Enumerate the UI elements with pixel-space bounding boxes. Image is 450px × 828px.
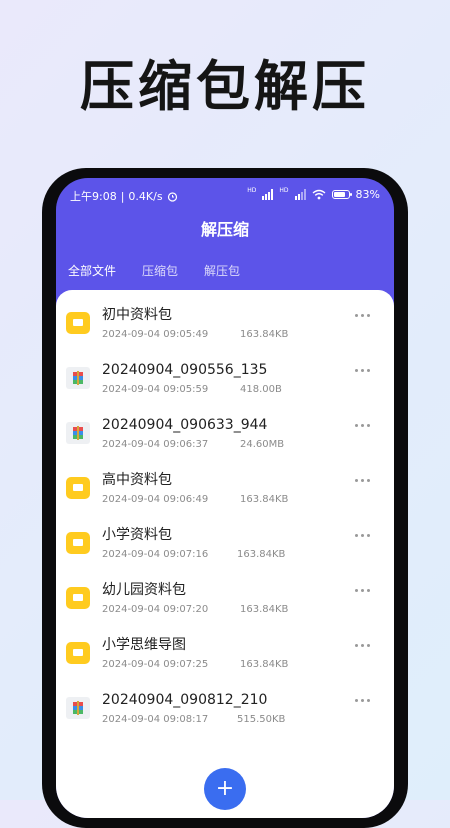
file-name: 20240904_090633_944: [102, 417, 268, 433]
folder-icon: [66, 477, 90, 499]
file-date: 2024-09-04 09:05:49: [102, 329, 209, 340]
folder-icon: [66, 587, 90, 609]
file-row[interactable]: 20240904_090556_135 2024-09-04 09:05:59 41…: [56, 345, 394, 400]
folder-icon: [66, 532, 90, 554]
file-row[interactable]: 初中资料包 2024-09-04 09:05:49 163.84KB: [56, 290, 394, 345]
tab-all-files[interactable]: 全部文件: [68, 262, 116, 280]
archive-icon: [66, 697, 90, 719]
file-name: 20240904_090556_135: [102, 362, 268, 378]
file-row[interactable]: 20240904_090812_210 2024-09-04 09:08:17 51…: [56, 675, 394, 730]
file-row[interactable]: 高中资料包 2024-09-04 09:06:49 163.84KB: [56, 455, 394, 510]
status-bar: 上午9:08 | 0.4K/s HD HD 83%: [56, 178, 394, 214]
file-size: 163.84KB: [240, 494, 289, 505]
battery-percent: 83%: [355, 188, 380, 201]
file-date: 2024-09-04 09:08:17: [102, 714, 209, 725]
archive-icon: [66, 422, 90, 444]
status-speed: 0.4K/s: [128, 189, 163, 203]
file-row[interactable]: 小学资料包 2024-09-04 09:07:16 163.84KB: [56, 510, 394, 565]
tab-bar: 全部文件 压缩包 解压包: [68, 262, 240, 280]
hd-badge-icon-2: HD: [279, 187, 289, 194]
add-button[interactable]: +: [204, 768, 246, 810]
app-screen: 上午9:08 | 0.4K/s HD HD 83% 解压缩 全部文件 压缩包 解…: [56, 178, 394, 818]
more-options-icon[interactable]: [355, 644, 370, 647]
file-date: 2024-09-04 09:07:20: [102, 604, 209, 615]
folder-icon: [66, 312, 90, 334]
file-row[interactable]: 幼儿园资料包 2024-09-04 09:07:20 163.84KB: [56, 565, 394, 620]
file-size: 163.84KB: [237, 549, 286, 560]
more-options-icon[interactable]: [355, 424, 370, 427]
archive-icon: [66, 367, 90, 389]
more-options-icon[interactable]: [355, 699, 370, 702]
file-date: 2024-09-04 09:05:59: [102, 384, 209, 395]
status-time: 上午9:08: [70, 190, 117, 203]
more-options-icon[interactable]: [355, 369, 370, 372]
file-date: 2024-09-04 09:06:49: [102, 494, 209, 505]
file-size: 418.00B: [240, 384, 282, 395]
file-size: 24.60MB: [240, 439, 285, 450]
file-name: 小学资料包: [102, 527, 172, 543]
wifi-icon: [312, 189, 325, 200]
file-name: 初中资料包: [102, 307, 172, 323]
folder-icon: [66, 642, 90, 664]
hero-title: 压缩包解压: [80, 55, 370, 118]
more-options-icon[interactable]: [355, 534, 370, 537]
more-options-icon[interactable]: [355, 589, 370, 592]
status-divider: |: [120, 189, 125, 203]
tab-archives[interactable]: 压缩包: [142, 262, 178, 280]
file-size: 163.84KB: [240, 659, 289, 670]
tab-extracted[interactable]: 解压包: [204, 262, 240, 280]
file-name: 幼儿园资料包: [102, 582, 186, 598]
signal-icon: [262, 189, 274, 200]
file-date: 2024-09-04 09:07:16: [102, 549, 209, 560]
file-date: 2024-09-04 09:06:37: [102, 439, 209, 450]
file-name: 小学思维导图: [102, 637, 186, 653]
file-size: 515.50KB: [237, 714, 286, 725]
battery-icon: [331, 190, 352, 199]
hd-badge-icon: HD: [247, 187, 257, 194]
app-title: 解压缩: [200, 220, 249, 239]
file-name: 高中资料包: [102, 472, 172, 488]
alarm-icon: [167, 191, 177, 202]
more-options-icon[interactable]: [355, 314, 370, 317]
file-row[interactable]: 20240904_090633_944 2024-09-04 09:06:37 24…: [56, 400, 394, 455]
file-size: 163.84KB: [240, 604, 289, 615]
file-name: 20240904_090812_210: [102, 692, 268, 708]
file-date: 2024-09-04 09:07:25: [102, 659, 209, 670]
file-list: 初中资料包 2024-09-04 09:05:49 163.84KB 20240904…: [56, 290, 394, 818]
file-row[interactable]: 小学思维导图 2024-09-04 09:07:25 163.84KB: [56, 620, 394, 675]
more-options-icon[interactable]: [355, 479, 370, 482]
signal-icon-2: [294, 189, 306, 200]
file-size: 163.84KB: [240, 329, 289, 340]
